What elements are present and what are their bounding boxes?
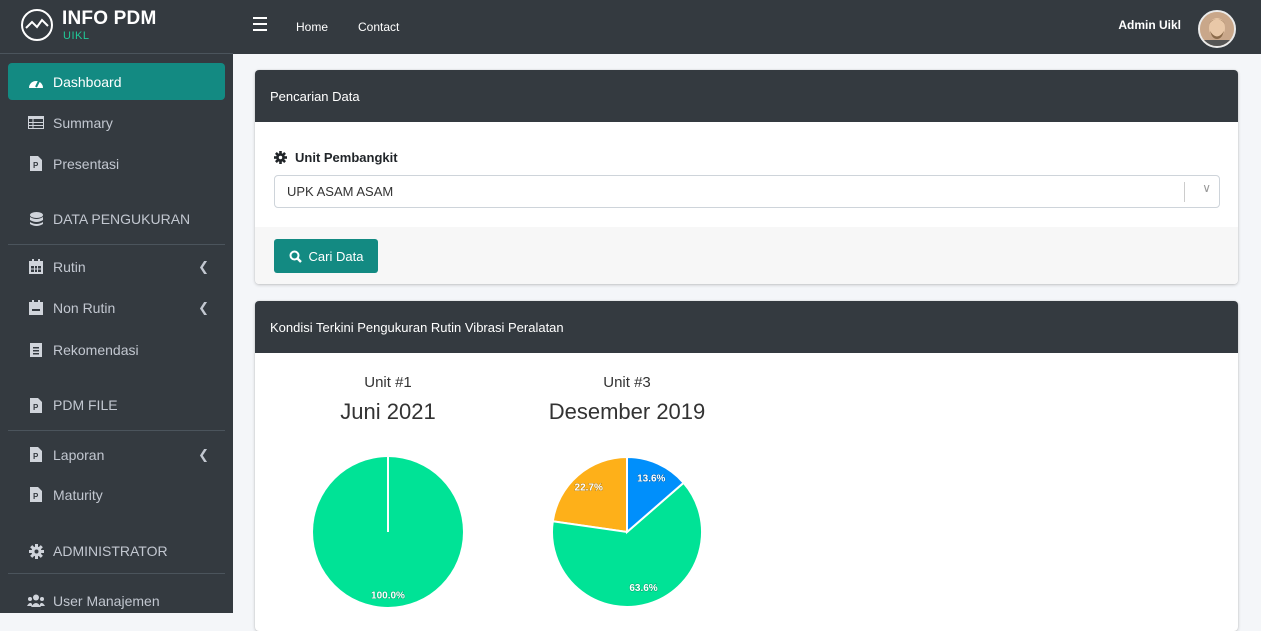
sidebar-item-user-manajemen[interactable]: User Manajemen — [8, 582, 225, 619]
hamburger-menu-icon[interactable] — [253, 17, 267, 35]
powerpoint-file-icon: P — [27, 487, 45, 503]
unit-pembangkit-label-text: Unit Pembangkit — [295, 150, 398, 165]
chart-card: Kondisi Terkini Pengukuran Rutin Vibrasi… — [255, 301, 1238, 631]
clipboard-list-icon — [27, 342, 45, 358]
sidebar: INFO PDM UIKL Dashboard Summary P Presen… — [0, 0, 233, 613]
sidebar-header-pdm-file: P PDM FILE — [8, 387, 225, 423]
sidebar-item-rekomendasi[interactable]: Rekomendasi — [8, 331, 225, 368]
chart-card-header: Kondisi Terkini Pengukuran Rutin Vibrasi… — [255, 301, 1238, 353]
users-icon — [27, 593, 45, 609]
brand-subtitle: UIKL — [63, 30, 90, 42]
chevron-down-icon[interactable]: ∨ — [1202, 181, 1211, 195]
pie-chart-unit-3: 13.6% 63.6% 22.7% — [552, 457, 702, 607]
chevron-left-icon: ❮ — [198, 447, 209, 462]
sidebar-header-label: ADMINISTRATOR — [53, 543, 168, 559]
sidebar-item-label: Dashboard — [53, 73, 122, 90]
chevron-left-icon: ❮ — [198, 300, 209, 315]
calendar-icon — [27, 259, 45, 275]
sidebar-item-summary[interactable]: Summary — [8, 104, 225, 141]
chart-unit-label: Unit #1 — [364, 374, 412, 391]
brand-title: INFO PDM — [62, 8, 157, 29]
pie-data-label: 22.7% — [575, 482, 603, 493]
svg-text:P: P — [33, 403, 39, 412]
unit-pembangkit-label: Unit Pembangkit — [274, 150, 398, 165]
search-card-header: Pencarian Data — [255, 70, 1238, 122]
brand-logo-icon — [21, 9, 53, 41]
gear-icon — [27, 543, 45, 559]
chevron-left-icon: ❮ — [198, 259, 209, 274]
sidebar-header-administrator: ADMINISTRATOR — [8, 533, 225, 569]
pie-slice[interactable] — [552, 457, 628, 534]
search-card: Pencarian Data Unit Pembangkit UPK ASAM … — [255, 70, 1238, 284]
nav-link-contact[interactable]: Contact — [358, 20, 399, 34]
dashboard-icon — [27, 74, 45, 90]
chart-unit-3: Unit #3 Desember 2019 — [527, 374, 727, 425]
user-name[interactable]: Admin Uikl — [1118, 18, 1181, 32]
search-card-footer: Cari Data — [255, 227, 1238, 284]
table-icon — [27, 115, 45, 131]
sidebar-divider — [8, 573, 225, 574]
cari-data-button[interactable]: Cari Data — [274, 239, 378, 273]
brand[interactable]: INFO PDM UIKL — [0, 0, 233, 54]
svg-text:P: P — [33, 452, 39, 461]
select-value: UPK ASAM ASAM — [287, 184, 394, 199]
search-card-title: Pencarian Data — [270, 88, 360, 104]
cari-data-label: Cari Data — [308, 248, 364, 264]
sidebar-header-data-pengukuran: DATA PENGUKURAN — [8, 201, 225, 237]
powerpoint-file-icon: P — [27, 447, 45, 463]
sidebar-item-label: Rekomendasi — [53, 341, 139, 358]
sidebar-header-label: DATA PENGUKURAN — [53, 211, 191, 227]
powerpoint-file-icon: P — [27, 156, 45, 172]
chart-unit-1: Unit #1 Juni 2021 — [313, 374, 463, 425]
sidebar-item-label: Summary — [53, 114, 113, 131]
svg-text:P: P — [33, 161, 39, 170]
sidebar-item-label: Laporan — [53, 446, 105, 463]
sidebar-divider — [8, 244, 225, 245]
pie-data-label: 100.0% — [371, 590, 405, 601]
sidebar-item-label: Maturity — [53, 486, 103, 503]
chart-title: Desember 2019 — [548, 399, 706, 424]
sidebar-item-non-rutin[interactable]: Non Rutin ❮ — [8, 289, 225, 326]
sidebar-item-label: Non Rutin — [53, 299, 116, 316]
sidebar-item-dashboard[interactable]: Dashboard — [8, 63, 225, 100]
chart-unit-label: Unit #3 — [603, 374, 651, 391]
pie-chart-unit-1: 100.0% — [313, 457, 463, 607]
nav-link-home[interactable]: Home — [296, 20, 328, 34]
pie-data-label: 63.6% — [629, 583, 657, 594]
file-icon: P — [27, 397, 45, 413]
avatar[interactable] — [1198, 10, 1236, 48]
sidebar-item-label: Rutin — [53, 258, 86, 275]
select-separator — [1184, 182, 1185, 202]
chart-title: Juni 2021 — [340, 399, 436, 424]
gear-icon — [274, 151, 287, 164]
svg-text:P: P — [33, 492, 39, 501]
sidebar-header-label: PDM FILE — [53, 397, 118, 413]
sidebar-item-rutin[interactable]: Rutin ❮ — [8, 248, 225, 285]
topbar: Home Contact Admin Uikl — [233, 0, 1261, 54]
unit-pembangkit-select[interactable]: UPK ASAM ASAM ∨ — [274, 175, 1220, 208]
sidebar-item-maturity[interactable]: P Maturity — [8, 476, 225, 513]
pie-data-label: 13.6% — [637, 473, 665, 484]
sidebar-item-label: User Manajemen — [53, 592, 160, 609]
chart-card-title: Kondisi Terkini Pengukuran Rutin Vibrasi… — [270, 319, 564, 335]
sidebar-divider — [8, 430, 225, 431]
search-icon — [289, 250, 302, 263]
database-icon — [27, 211, 45, 227]
sidebar-item-presentasi[interactable]: P Presentasi — [8, 145, 225, 182]
calendar-minus-icon — [27, 300, 45, 316]
sidebar-item-laporan[interactable]: P Laporan ❮ — [8, 436, 225, 473]
user-avatar-icon — [1200, 12, 1234, 46]
sidebar-item-label: Presentasi — [53, 155, 120, 172]
